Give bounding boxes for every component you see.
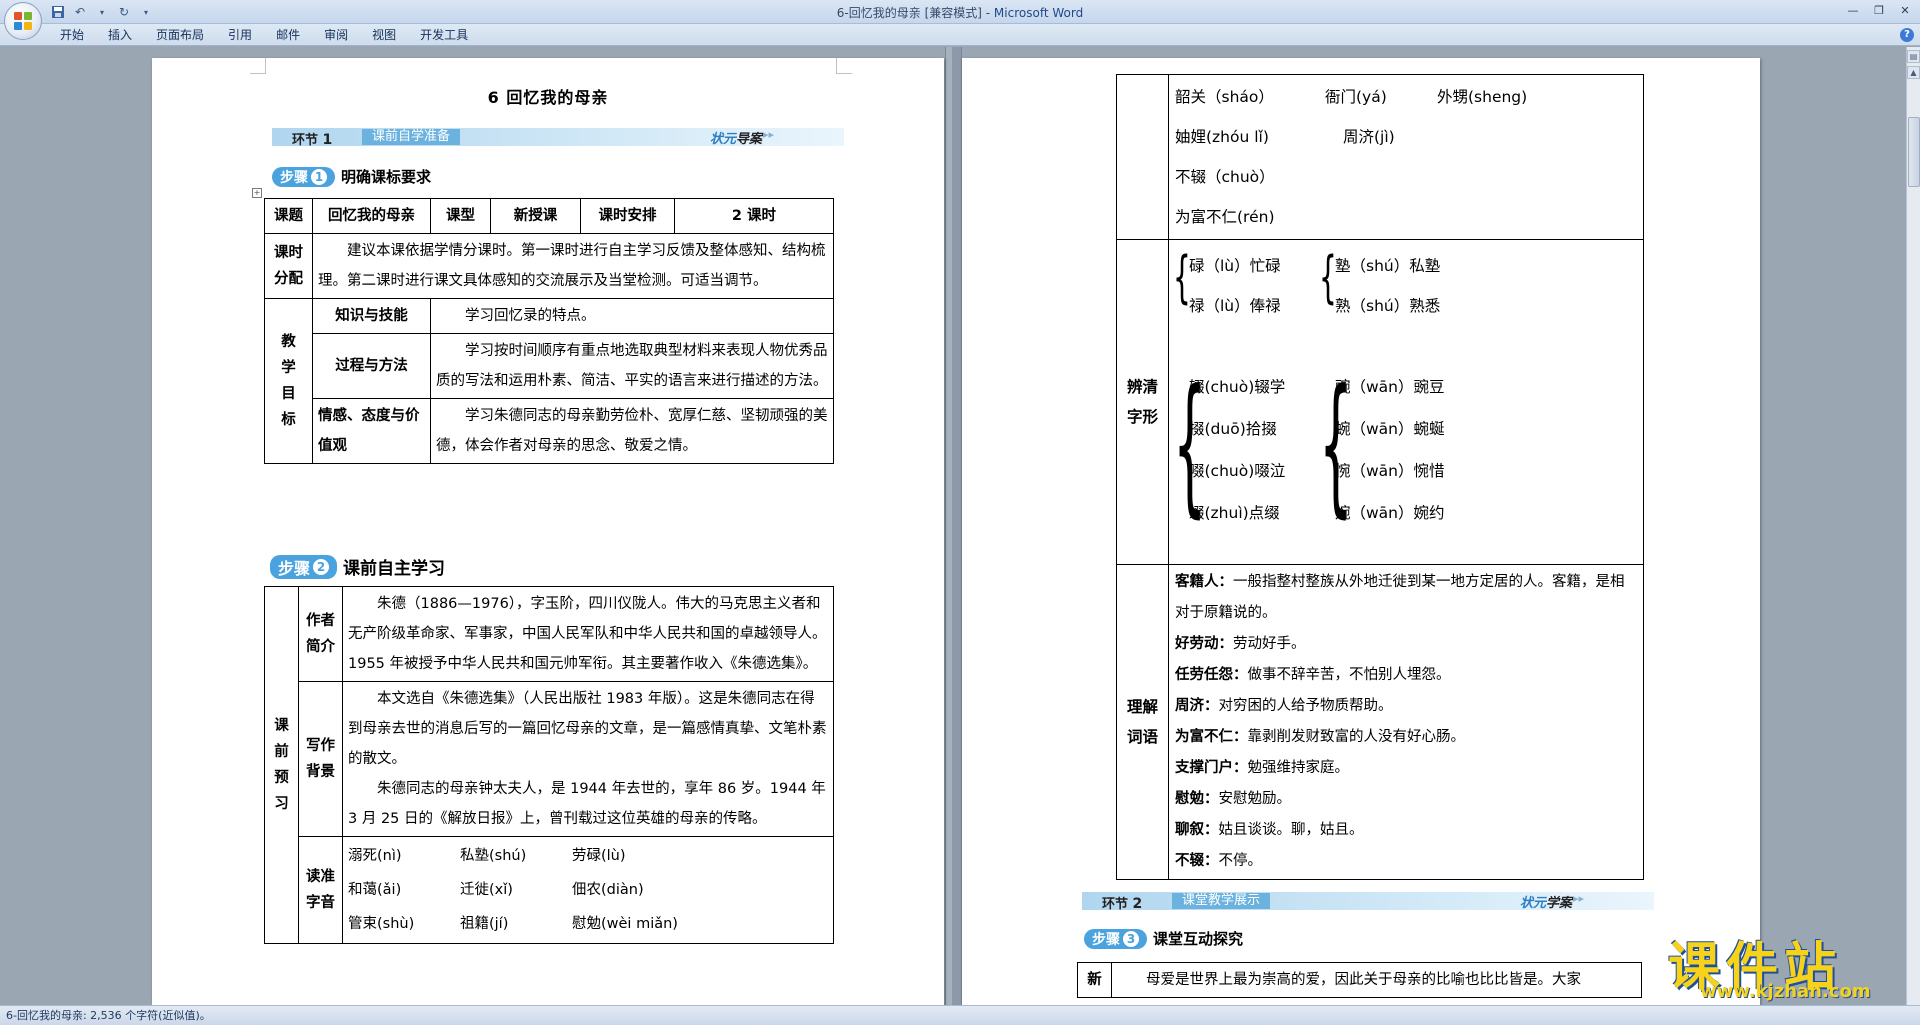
section-band-2: 环节 2 课堂教学展示 状元学案 ▸▸: [1082, 892, 1654, 912]
table-row: 情感、态度与价值观 学习朱德同志的母亲勤劳俭朴、宽厚仁慈、坚韧顽强的美德，体会作…: [265, 398, 834, 464]
maximize-icon[interactable]: ❐: [1868, 2, 1890, 19]
step-2-heading: 步骤 2 课前自主学习: [270, 554, 445, 579]
tab-view[interactable]: 视图: [360, 27, 408, 43]
page-divider: [945, 47, 962, 1005]
pronunciation-cell: 韶关（sháo） 衙门(yá) 外甥(sheng) 妯娌(zhóu lǐ) 周济(jì…: [1168, 74, 1644, 240]
table-row: 辨清字形 { 碌（lù）忙碌 禄（lù）俸禄 { 塾（shú）私塾 熟（shú）…: [1116, 239, 1644, 565]
tab-references[interactable]: 引用: [216, 27, 264, 43]
page-title: 6 回忆我的母亲: [487, 88, 609, 107]
tab-page-layout[interactable]: 页面布局: [144, 27, 216, 43]
tab-developer[interactable]: 开发工具: [408, 27, 480, 43]
ruler-toggle-icon[interactable]: ▤: [1907, 50, 1920, 63]
corner-mark: [836, 58, 852, 74]
tab-mailings[interactable]: 邮件: [264, 27, 312, 43]
table-row: 过程与方法 学习按时间顺序有重点地选取典型材料来表现人物优秀品质的写法和运用朴素…: [265, 333, 834, 399]
table-move-handle-icon[interactable]: +: [252, 188, 262, 198]
table-row: 写作背景 本文选自《朱德选集》（人民出版社 1983 年版）。这是朱德同志在得到…: [265, 681, 834, 837]
section-band-1: 环节 1 课前自学准备 状元导案 ▸▸: [272, 128, 844, 148]
pronunciation-row: 溺死(nì) 私塾(shú) 劳碌(lù): [348, 848, 626, 864]
window-title: 6-回忆我的母亲 [兼容模式] - Microsoft Word: [836, 6, 1084, 20]
vertical-scrollbar[interactable]: ▤ ▲: [1906, 47, 1920, 1005]
help-icon[interactable]: ?: [1900, 28, 1914, 42]
pronunciation-row: 和蔼(ǎi) 迁徙(xǐ) 佃农(diàn): [348, 882, 644, 898]
ribbon-tabs: 开始 插入 页面布局 引用 邮件 审阅 视图 开发工具 ?: [0, 24, 1920, 46]
distinguish-cell: { 碌（lù）忙碌 禄（lù）俸禄 { 塾（shú）私塾 熟（shú）熟悉 { …: [1168, 239, 1644, 565]
pronunciation-row: 管束(shù) 祖籍(jí) 慰勉(wèi miǎn): [348, 916, 678, 932]
office-logo-icon: [14, 12, 32, 30]
page-right: 韶关（sháo） 衙门(yá) 外甥(sheng) 妯娌(zhóu lǐ) 周济(jì…: [962, 58, 1760, 1005]
scrollbar-thumb[interactable]: [1908, 117, 1920, 187]
table-row: 读准字音 溺死(nì) 私塾(shú) 劳碌(lù) 和蔼(ǎi) 迁徙(xǐ) 佃农(…: [265, 836, 834, 944]
table-row: 课 前 预 习 作者简介 朱德（1886—1976），字玉阶，四川仪陇人。伟大的…: [264, 586, 834, 944]
table-preview: 课 前 预 习 作者简介 朱德（1886—1976），字玉阶，四川仪陇人。伟大的…: [264, 586, 834, 944]
tab-home[interactable]: 开始: [48, 27, 96, 43]
tab-review[interactable]: 审阅: [312, 27, 360, 43]
word-definitions: 客籍人：一般指整村整族从外地迁徙到某一地方定居的人。客籍，是相对于原籍说的。 好…: [1168, 564, 1644, 880]
table-classroom: 新 母爱是世界上最为崇高的爱，因此关于母亲的比喻也比比皆是。大家: [1077, 962, 1642, 998]
table-row: 课题 回忆我的母亲 课型 新授课 课时安排 2 课时: [264, 198, 834, 234]
scroll-up-icon[interactable]: ▲: [1907, 66, 1920, 79]
step-1-heading: 步骤 1 明确课标要求: [272, 166, 431, 187]
title-bar: ↶ ▾ ↻ ▾ 6-回忆我的母亲 [兼容模式] - Microsoft Word…: [0, 0, 1920, 24]
table-row: 教 学 目 标 知识与技能 学习回忆录的特点。: [264, 298, 834, 464]
table-row: 理解词语 客籍人：一般指整村整族从外地迁徙到某一地方定居的人。客籍，是相对于原籍…: [1116, 564, 1644, 880]
app-name: Microsoft Word: [993, 6, 1084, 20]
watermark-logo: 课件站 www.kjzhan.com: [1668, 938, 1871, 1002]
goal-label: 教 学 目 标: [264, 298, 313, 464]
arrow-icon: ▸▸: [762, 128, 774, 141]
table-row: 韶关（sháo） 衙门(yá) 外甥(sheng) 妯娌(zhóu lǐ) 周济(jì…: [1116, 74, 1644, 240]
page-left: 6 回忆我的母亲 环节 1 课前自学准备 状元导案 ▸▸ 步骤 1 明确课标要求 …: [152, 58, 944, 1005]
close-icon[interactable]: ✕: [1894, 2, 1916, 19]
word-count-status[interactable]: 6-回忆我的母亲: 2,536 个字符(近似值)。: [6, 1009, 211, 1022]
tab-insert[interactable]: 插入: [96, 27, 144, 43]
status-bar: 6-回忆我的母亲: 2,536 个字符(近似值)。: [0, 1005, 1920, 1025]
table-vocabulary: 韶关（sháo） 衙门(yá) 外甥(sheng) 妯娌(zhóu lǐ) 周济(jì…: [1116, 74, 1644, 880]
arrow-icon: ▸▸: [1572, 892, 1584, 905]
corner-mark: [250, 58, 266, 74]
table-row: 课时分配 建议本课依据学情分课时。第一课时进行自主学习反馈及整体感知、结构梳理。…: [264, 233, 834, 299]
preview-side-label: 课 前 预 习: [264, 586, 299, 944]
office-button[interactable]: [4, 2, 42, 40]
table-row: 新 母爱是世界上最为崇高的爱，因此关于母亲的比喻也比比皆是。大家: [1077, 962, 1642, 998]
window-controls: — ❐ ✕: [1842, 2, 1916, 19]
table-curriculum: 课题 回忆我的母亲 课型 新授课 课时安排 2 课时 课时分配 建议本课依据学情…: [264, 198, 834, 464]
step-3-heading: 步骤 3 课堂互动探究: [1084, 928, 1243, 949]
minimize-icon[interactable]: —: [1842, 2, 1864, 19]
